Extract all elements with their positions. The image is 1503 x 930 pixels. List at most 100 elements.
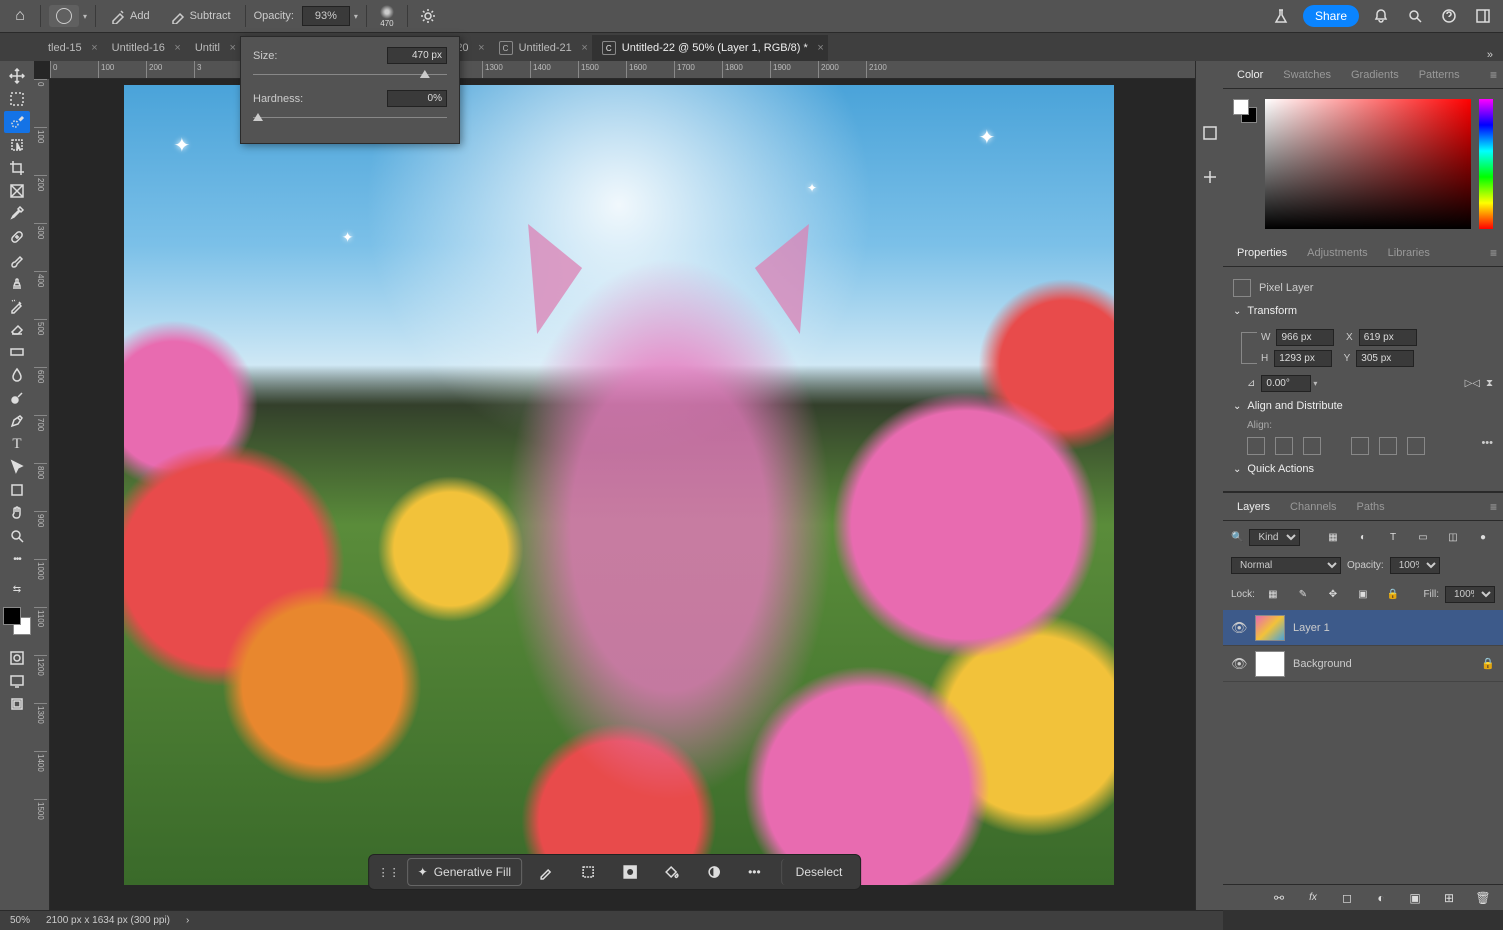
frame-tool[interactable] (4, 180, 30, 202)
panel-menu-icon[interactable]: ≡ (1490, 68, 1497, 82)
quickmask-tool[interactable] (4, 647, 30, 669)
path-selection-tool[interactable] (4, 456, 30, 478)
move-tool[interactable] (4, 65, 30, 87)
close-icon[interactable]: × (174, 42, 180, 54)
panel-menu-icon[interactable]: ≡ (1490, 246, 1497, 260)
close-icon[interactable]: × (581, 42, 587, 54)
brush-tool[interactable] (4, 249, 30, 271)
align-bottom-icon[interactable] (1407, 437, 1425, 455)
object-selection-tool[interactable] (4, 134, 30, 156)
panel-tab-paths[interactable]: Paths (1349, 497, 1393, 517)
delete-icon[interactable]: 🗑 (1471, 886, 1495, 910)
layer-fill-select[interactable]: 100% (1445, 586, 1495, 603)
document-tab[interactable]: CUntitled-21× (489, 35, 592, 61)
panel-tab-gradients[interactable]: Gradients (1343, 65, 1407, 85)
tab-overflow-icon[interactable]: » (1477, 49, 1503, 61)
eyedropper-tool[interactable] (4, 203, 30, 225)
generative-fill-button[interactable]: ✦ Generative Fill (407, 858, 522, 886)
document-tab[interactable]: CUntitled-22 @ 50% (Layer 1, RGB/8) *× (592, 35, 828, 61)
hardness-input[interactable] (387, 90, 447, 107)
align-hcenter-icon[interactable] (1275, 437, 1293, 455)
document-info[interactable]: 2100 px x 1634 px (300 ppi) (46, 915, 170, 926)
panel-menu-icon[interactable]: ≡ (1490, 500, 1497, 514)
dodge-tool[interactable] (4, 387, 30, 409)
edit-toolbar[interactable]: ••• (4, 548, 30, 570)
search-icon[interactable] (1403, 4, 1427, 28)
swap-colors-icon[interactable]: ⇆ (4, 578, 30, 600)
panel-tab-properties[interactable]: Properties (1229, 243, 1295, 263)
panel-icon-1[interactable] (1198, 121, 1222, 145)
brush-circle-icon[interactable]: 470 (375, 4, 399, 28)
gradient-tool[interactable] (4, 341, 30, 363)
filter-adjust-icon[interactable]: ◐ (1351, 525, 1375, 549)
pen-tool[interactable] (4, 410, 30, 432)
lock-transparent-icon[interactable]: ▦ (1261, 582, 1285, 606)
beaker-icon[interactable] (1269, 4, 1293, 28)
document-tab[interactable]: Untitl× (185, 35, 240, 61)
panel-tab-channels[interactable]: Channels (1282, 497, 1344, 517)
close-icon[interactable]: × (91, 42, 97, 54)
group-icon[interactable]: ▣ (1403, 886, 1427, 910)
more-icon[interactable]: ••• (1481, 437, 1493, 455)
stamp-tool[interactable] (4, 272, 30, 294)
more-icon[interactable]: ••• (738, 859, 771, 885)
document-tab[interactable]: Untitled-16× (102, 35, 185, 61)
document-tab[interactable]: tled-15× (38, 35, 102, 61)
document-canvas[interactable]: ✦ ✦ ✦ ✦ (124, 85, 1114, 885)
width-input[interactable] (1276, 329, 1334, 346)
workspace-icon[interactable] (1471, 4, 1495, 28)
link-layers-icon[interactable]: ⚯ (1267, 886, 1291, 910)
home-icon[interactable]: ⌂ (8, 4, 32, 28)
close-icon[interactable]: × (478, 42, 484, 54)
align-section[interactable]: Align and Distribute (1233, 400, 1493, 412)
visibility-icon[interactable]: 👁 (1231, 656, 1247, 672)
share-button[interactable]: Share (1303, 5, 1359, 27)
size-slider[interactable] (253, 68, 447, 80)
zoom-tool[interactable] (4, 525, 30, 547)
x-input[interactable] (1359, 329, 1417, 346)
lock-position-icon[interactable]: ✥ (1321, 582, 1345, 606)
panel-tab-color[interactable]: Color (1229, 65, 1271, 85)
layer-name[interactable]: Background (1293, 658, 1352, 670)
lock-all-icon[interactable]: 🔒 (1381, 582, 1405, 606)
filter-toggle-icon[interactable]: ● (1471, 525, 1495, 549)
quick-actions-section[interactable]: Quick Actions (1233, 463, 1493, 475)
height-input[interactable] (1274, 350, 1332, 367)
history-brush-tool[interactable] (4, 295, 30, 317)
filter-kind-select[interactable]: Kind (1249, 529, 1300, 546)
flip-v-icon[interactable]: ⧗ (1486, 378, 1493, 389)
lock-icon[interactable]: 🔒 (1481, 657, 1495, 670)
opacity-input[interactable]: 93% (302, 6, 350, 26)
hardness-slider[interactable] (253, 111, 447, 123)
mask-icon[interactable]: ◻ (1335, 886, 1359, 910)
deselect-button[interactable]: Deselect (781, 859, 853, 885)
ctx-adjustment-icon[interactable] (696, 858, 732, 886)
help-icon[interactable] (1437, 4, 1461, 28)
panel-icon-2[interactable] (1198, 165, 1222, 189)
lock-paint-icon[interactable]: ✎ (1291, 582, 1315, 606)
add-mode-button[interactable]: Add (104, 6, 156, 26)
marquee-tool[interactable] (4, 88, 30, 110)
adjustment-layer-icon[interactable]: ◐ (1369, 886, 1393, 910)
ctx-modify-icon[interactable] (570, 858, 606, 886)
filter-smart-icon[interactable]: ◫ (1441, 525, 1465, 549)
ctx-fill-icon[interactable] (654, 858, 690, 886)
color-preview-swatch[interactable] (1233, 99, 1257, 229)
visibility-icon[interactable]: 👁 (1231, 620, 1247, 636)
lock-artboard-icon[interactable]: ▣ (1351, 582, 1375, 606)
filter-type-icon[interactable]: T (1381, 525, 1405, 549)
healing-tool[interactable] (4, 226, 30, 248)
layer-row[interactable]: 👁 Layer 1 (1223, 610, 1503, 646)
search-icon[interactable]: 🔍 (1231, 532, 1243, 543)
ctx-mask-icon[interactable] (612, 858, 648, 886)
subtract-mode-button[interactable]: Subtract (164, 6, 237, 26)
layer-name[interactable]: Layer 1 (1293, 622, 1330, 634)
ctx-brush-icon[interactable] (528, 858, 564, 886)
chevron-down-icon[interactable]: ▾ (354, 12, 358, 21)
filter-shape-icon[interactable]: ▭ (1411, 525, 1435, 549)
panel-tab-libraries[interactable]: Libraries (1380, 243, 1438, 263)
align-right-icon[interactable] (1303, 437, 1321, 455)
layer-row[interactable]: 👁 Background 🔒 (1223, 646, 1503, 682)
chevron-right-icon[interactable]: › (186, 915, 189, 926)
layer-opacity-select[interactable]: 100% (1390, 557, 1440, 574)
